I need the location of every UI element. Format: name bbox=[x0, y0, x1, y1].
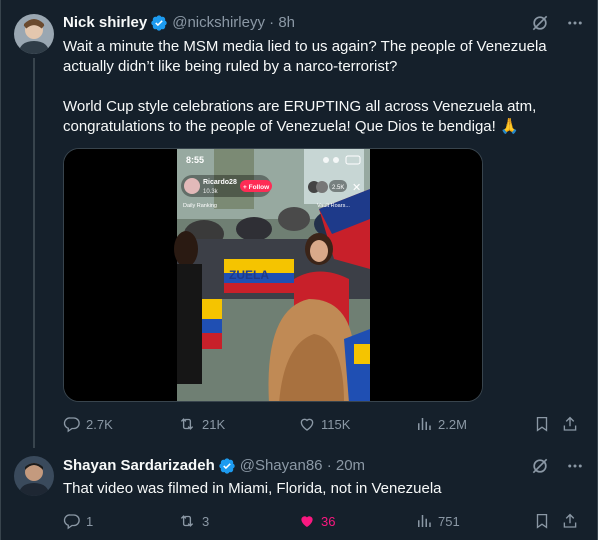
like-button[interactable]: 115K bbox=[298, 414, 350, 434]
reply-icon bbox=[63, 514, 80, 530]
bookmark-button[interactable] bbox=[533, 511, 551, 531]
bookmark-icon bbox=[536, 416, 548, 432]
reply-count: 1 bbox=[86, 513, 94, 529]
retweet-icon bbox=[180, 515, 194, 527]
views-button[interactable]: 2.2M bbox=[415, 414, 467, 434]
views-count: 751 bbox=[438, 513, 460, 529]
bookmark-icon bbox=[536, 513, 548, 529]
tweet-actions: 1 3 36 751 bbox=[63, 511, 584, 531]
phone-status-time: 8:55 bbox=[186, 155, 204, 165]
share-button[interactable] bbox=[561, 414, 579, 434]
separator-dot: · bbox=[322, 457, 336, 474]
retweet-count: 3 bbox=[202, 513, 210, 529]
live-follow-button: + Follow bbox=[243, 184, 270, 191]
verified-badge-icon bbox=[219, 458, 235, 474]
retweet-count: 21K bbox=[202, 416, 226, 432]
avatar[interactable] bbox=[14, 14, 54, 54]
live-viewers: 2.5K bbox=[332, 185, 344, 191]
share-button[interactable] bbox=[561, 511, 579, 531]
tweet-shayan-sardarizadeh[interactable]: Shayan Sardarizadeh @Shayan86 · 20m That… bbox=[0, 448, 598, 540]
daily-ranking-label: Daily Ranking bbox=[183, 203, 217, 209]
avatar-image bbox=[14, 14, 54, 54]
avatar-image bbox=[14, 456, 54, 496]
author-handle[interactable]: @nickshirleyy bbox=[172, 12, 265, 34]
flag-banner-text: ZUELA bbox=[229, 268, 269, 282]
tweet-nick-shirley[interactable]: Nick shirley @nickshirleyy · 8h Wait a m… bbox=[0, 0, 598, 448]
more-options-icon[interactable] bbox=[566, 14, 584, 32]
views-icon bbox=[418, 418, 431, 430]
tweet-actions: 2.7K 21K 115K 2.2M bbox=[63, 414, 584, 434]
thread-connector-line bbox=[33, 58, 35, 448]
timestamp[interactable]: 8h bbox=[278, 12, 295, 34]
tweet-text: Wait a minute the MSM media lied to us a… bbox=[63, 38, 547, 135]
like-count: 115K bbox=[321, 416, 351, 432]
vault-label: Vault Roars... bbox=[317, 203, 350, 209]
views-count: 2.2M bbox=[438, 416, 467, 432]
live-sub-count: 10.3k bbox=[203, 189, 219, 195]
like-count: 36 bbox=[321, 513, 336, 529]
live-username: Ricardo28 bbox=[203, 179, 237, 186]
author-name[interactable]: Nick shirley bbox=[63, 12, 147, 34]
reply-button[interactable]: 2.7K bbox=[63, 414, 113, 434]
more-options-icon[interactable] bbox=[566, 457, 584, 475]
author-name[interactable]: Shayan Sardarizadeh bbox=[63, 455, 215, 477]
retweet-button[interactable]: 3 bbox=[177, 511, 209, 531]
author-handle[interactable]: @Shayan86 bbox=[240, 455, 323, 477]
timestamp[interactable]: 20m bbox=[336, 455, 365, 477]
grok-icon[interactable] bbox=[530, 456, 550, 476]
share-icon bbox=[563, 416, 577, 431]
tweet-text: That video was filmed in Miami, Florida,… bbox=[63, 480, 442, 497]
share-icon bbox=[563, 513, 577, 528]
retweet-button[interactable]: 21K bbox=[177, 414, 225, 434]
grok-icon[interactable] bbox=[530, 13, 550, 33]
retweet-icon bbox=[180, 418, 194, 430]
video-frame: ZUELA 8:55 Ricardo28 10.3k + Follow Dail… bbox=[64, 149, 482, 401]
reply-button[interactable]: 1 bbox=[63, 511, 93, 531]
reply-count: 2.7K bbox=[86, 416, 113, 432]
separator-dot: · bbox=[264, 14, 279, 31]
heart-icon bbox=[300, 418, 314, 431]
tweet-header: Nick shirley @nickshirleyy · 8h bbox=[63, 12, 584, 34]
reply-icon bbox=[63, 417, 80, 433]
bookmark-button[interactable] bbox=[533, 414, 551, 434]
views-icon bbox=[418, 515, 431, 527]
video-player[interactable]: ZUELA 8:55 Ricardo28 10.3k + Follow Dail… bbox=[63, 148, 483, 402]
views-button[interactable]: 751 bbox=[415, 511, 460, 531]
tweet-header: Shayan Sardarizadeh @Shayan86 · 20m bbox=[63, 455, 584, 477]
avatar[interactable] bbox=[14, 456, 54, 496]
verified-badge-icon bbox=[151, 15, 167, 31]
live-close-icon: ✕ bbox=[352, 182, 361, 194]
like-button[interactable]: 36 bbox=[298, 511, 335, 531]
heart-filled-icon bbox=[301, 516, 313, 527]
